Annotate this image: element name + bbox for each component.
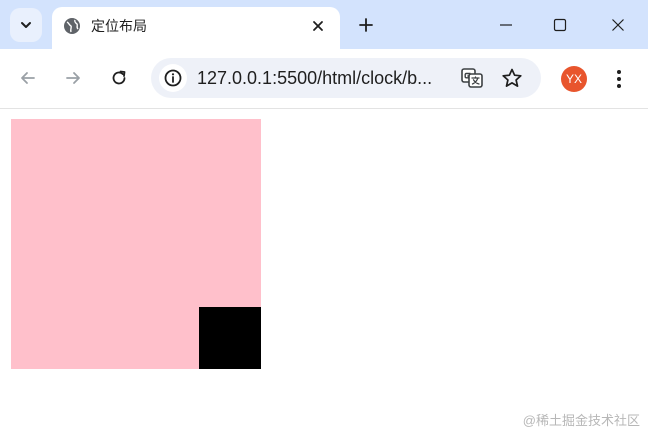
kebab-menu-icon (617, 70, 621, 88)
maximize-button[interactable] (538, 6, 582, 44)
minimize-button[interactable] (484, 6, 528, 44)
info-icon (164, 69, 182, 87)
profile-avatar[interactable]: YX (561, 66, 587, 92)
page-viewport: @稀土掘金技术社区 (0, 109, 648, 433)
tab-strip: 定位布局 (0, 0, 648, 49)
close-icon (612, 19, 624, 31)
address-bar[interactable]: 127.0.0.1:5500/html/clock/b... (151, 58, 541, 98)
black-child-box (199, 307, 261, 369)
tab-active[interactable]: 定位布局 (52, 7, 340, 49)
tab-close-button[interactable] (308, 16, 328, 36)
translate-icon (461, 68, 483, 88)
minimize-icon (500, 24, 512, 26)
back-button[interactable] (13, 63, 43, 93)
toolbar: 127.0.0.1:5500/html/clock/b... (0, 49, 648, 109)
close-icon (313, 21, 323, 31)
bookmark-button[interactable] (499, 65, 525, 91)
pink-parent-box (11, 119, 261, 369)
plus-icon (359, 18, 373, 32)
translate-button[interactable] (459, 66, 485, 90)
browser-window: 定位布局 127.0.0.1:5500/html/clock/b... YX @… (0, 0, 648, 433)
globe-icon (64, 18, 80, 34)
browser-menu-button[interactable] (608, 64, 630, 94)
tab-title: 定位布局 (91, 18, 147, 34)
star-icon (502, 68, 522, 87)
site-info-button[interactable] (159, 64, 187, 92)
forward-button[interactable] (58, 63, 88, 93)
maximize-icon (553, 18, 567, 32)
watermark: @稀土掘金技术社区 (522, 413, 640, 428)
window-close-button[interactable] (596, 6, 640, 44)
url-text[interactable]: 127.0.0.1:5500/html/clock/b... (197, 68, 453, 88)
tab-search-button[interactable] (10, 8, 42, 42)
arrow-right-icon (66, 72, 80, 84)
reload-icon (112, 70, 126, 85)
arrow-left-icon (21, 72, 35, 84)
new-tab-button[interactable] (352, 11, 380, 39)
reload-button[interactable] (104, 63, 134, 93)
chevron-down-icon (21, 22, 31, 28)
